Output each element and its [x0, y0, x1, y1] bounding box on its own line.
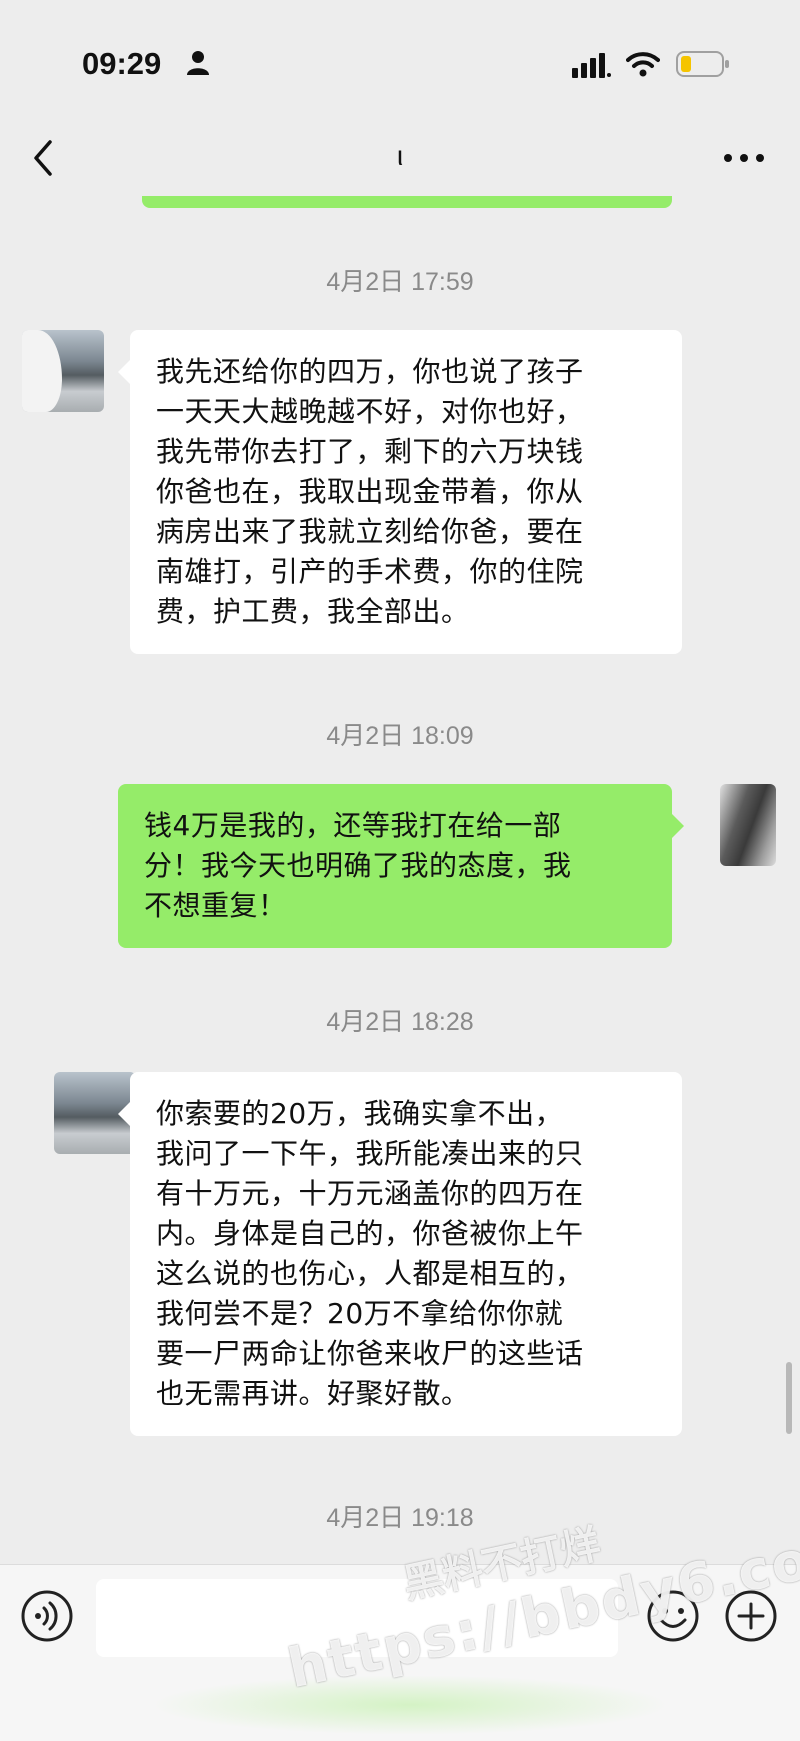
signal-icon	[572, 53, 611, 78]
plus-icon[interactable]	[724, 1589, 778, 1643]
input-bar	[0, 1564, 800, 1741]
status-bar: 09:29	[0, 0, 800, 120]
message-timestamp: 4月2日 18:09	[326, 722, 474, 750]
more-dots-icon[interactable]	[722, 150, 766, 166]
incoming-message-bubble[interactable]: 你索要的20万，我确实拿不出， 我问了一下午，我所能凑出来的只 有十万元，十万元…	[118, 1072, 682, 1436]
emoji-icon[interactable]	[646, 1589, 700, 1643]
scrollbar[interactable]	[786, 1362, 792, 1434]
chat-title: ι	[396, 140, 404, 171]
chevron-left-icon[interactable]	[28, 138, 58, 178]
battery-icon	[676, 51, 729, 77]
background-glow	[150, 1675, 670, 1735]
wifi-icon	[626, 52, 660, 77]
status-time: 09:29	[82, 46, 162, 81]
voice-icon[interactable]	[20, 1589, 74, 1643]
contact-avatar[interactable]	[22, 330, 104, 412]
message-input[interactable]	[96, 1579, 618, 1657]
outgoing-message-bubble[interactable]: 钱4万是我的，还等我打在给一部 分！我今天也明确了我的态度，我 不想重复！	[118, 784, 684, 948]
user-avatar[interactable]	[720, 784, 776, 866]
message-timestamp: 4月2日 17:59	[326, 268, 474, 296]
previous-message-bubble-edge	[142, 196, 672, 208]
message-timestamp: 4月2日 19:18	[326, 1504, 474, 1532]
chat-header: ι	[0, 120, 800, 202]
message-timestamp: 4月2日 18:28	[326, 1008, 474, 1036]
incoming-message-bubble[interactable]: 我先还给你的四万，你也说了孩子 一天天大越晚越不好，对你也好， 我先带你去打了，…	[118, 330, 682, 654]
person-icon	[187, 51, 209, 75]
